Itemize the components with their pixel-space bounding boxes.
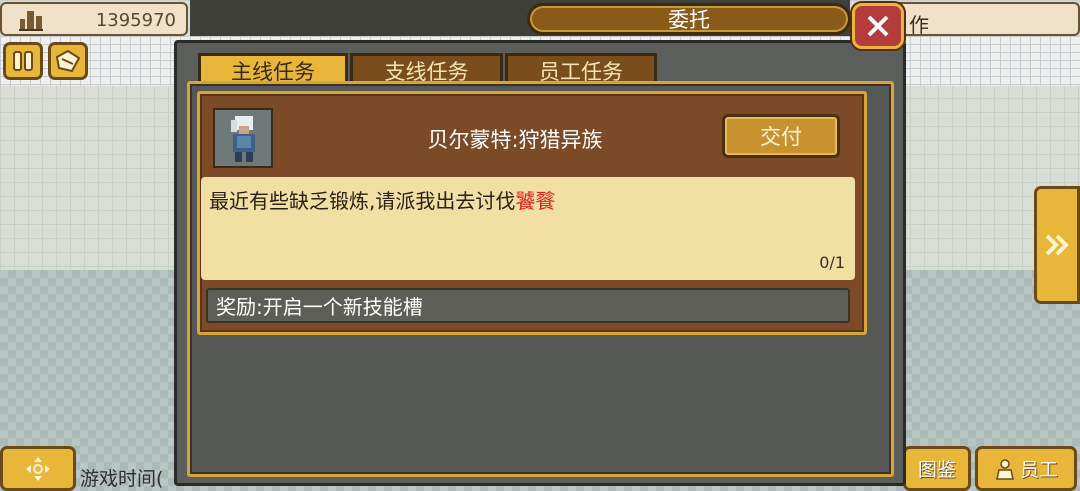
move-arrows-icon xyxy=(26,456,50,481)
pause-icon xyxy=(13,51,33,71)
money-value: 1395970 xyxy=(95,10,176,31)
money-display: 1395970 xyxy=(0,2,188,36)
staff-icon xyxy=(996,458,1014,480)
quest-reward-text: 奖励:开启一个新技能槽 xyxy=(216,295,423,319)
dialog-title-bar: 委托 xyxy=(527,3,851,35)
commission-dialog: 主线任务 支线任务 员工任务 贝尔蒙特:狩猎异族 交付 最近有些缺乏锻炼,请派我… xyxy=(174,40,906,486)
building-icon xyxy=(19,11,43,31)
staff-button[interactable]: 员工 xyxy=(975,446,1077,491)
close-button[interactable] xyxy=(852,3,904,49)
quest-target: 饕餮 xyxy=(515,189,556,213)
character-portrait xyxy=(213,108,273,168)
dice-icon xyxy=(56,50,80,72)
character-sprite-icon xyxy=(231,116,255,162)
deliver-button[interactable]: 交付 xyxy=(722,114,840,158)
staff-label: 员工 xyxy=(1019,459,1058,481)
deliver-button-label: 交付 xyxy=(760,125,802,149)
atlas-button[interactable]: 图鉴 xyxy=(903,446,971,491)
speed-button[interactable] xyxy=(48,42,88,80)
move-button[interactable] xyxy=(0,446,76,491)
expand-arrow-button[interactable] xyxy=(1034,186,1080,304)
pause-button[interactable] xyxy=(3,42,43,80)
game-time-label: 游戏时间( xyxy=(80,468,164,490)
dialog-title: 委托 xyxy=(668,8,710,32)
right-hud-tab-label: 作 xyxy=(909,13,929,37)
quest-progress: 0/1 xyxy=(819,253,845,272)
right-hud-tab[interactable]: 作 xyxy=(885,2,1080,37)
quest-reward: 奖励:开启一个新技能槽 xyxy=(206,288,850,323)
quest-description-box: 最近有些缺乏锻炼,请派我出去讨伐饕餮 0/1 xyxy=(201,177,855,280)
quest-card: 贝尔蒙特:狩猎异族 交付 最近有些缺乏锻炼,请派我出去讨伐饕餮 0/1 奖励:开… xyxy=(197,91,867,335)
quest-description-text: 最近有些缺乏锻炼,请派我出去讨伐 xyxy=(209,189,516,213)
quest-title: 贝尔蒙特:狩猎异族 xyxy=(427,128,603,152)
close-icon xyxy=(867,15,889,37)
quest-description: 最近有些缺乏锻炼,请派我出去讨伐饕餮 xyxy=(209,185,555,214)
double-chevron-right-icon xyxy=(1045,234,1069,256)
atlas-label: 图鉴 xyxy=(917,459,956,481)
